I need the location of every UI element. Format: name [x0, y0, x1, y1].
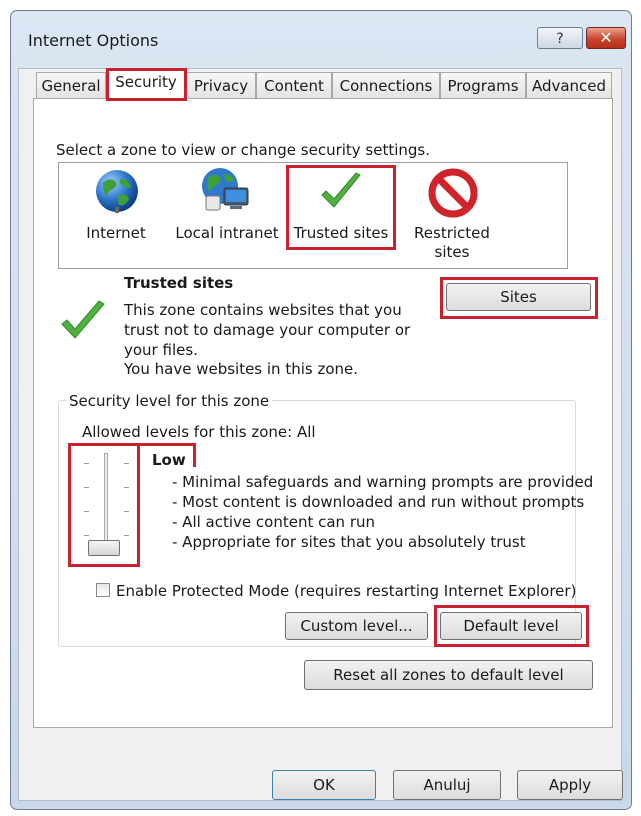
sites-button-highlight — [440, 277, 598, 319]
level-bullet-3: - All active content can run — [172, 513, 375, 531]
zone-internet-label: Internet — [86, 224, 146, 242]
zone-restricted-label-2: sites — [434, 243, 470, 261]
tab-content[interactable]: Content — [256, 72, 332, 98]
selected-zone-desc-1: This zone contains websites that you — [124, 301, 402, 319]
zone-local-intranet-label: Local intranet — [175, 224, 279, 242]
level-bullet-1: - Minimal safeguards and warning prompts… — [172, 473, 594, 491]
level-bullet-4: - Appropriate for sites that you absolut… — [172, 533, 526, 551]
no-entry-icon — [428, 168, 478, 218]
tab-general[interactable]: General — [36, 72, 106, 98]
tab-privacy[interactable]: Privacy — [186, 72, 256, 98]
tab-advanced[interactable]: Advanced — [526, 72, 612, 98]
help-icon: ? — [556, 31, 564, 47]
allowed-levels-label: Allowed levels for this zone: All — [82, 423, 316, 441]
custom-level-button[interactable]: Custom level... — [285, 612, 428, 640]
window-title: Internet Options — [28, 31, 159, 50]
security-level-group-label: Security level for this zone — [66, 392, 273, 410]
trusted-sites-highlight — [286, 165, 396, 250]
reset-all-zones-button[interactable]: Reset all zones to default level — [304, 660, 593, 690]
network-globe-icon — [202, 168, 249, 211]
close-icon: ✕ — [599, 28, 613, 47]
selected-zone-desc-2: trust not to damage your computer or — [124, 321, 411, 339]
selected-zone-desc-4: You have websites in this zone. — [124, 360, 359, 378]
default-level-highlight — [434, 605, 589, 647]
help-button[interactable]: ? — [537, 27, 583, 49]
protected-mode-checkbox[interactable] — [96, 583, 110, 597]
tab-programs[interactable]: Programs — [440, 72, 526, 98]
tab-connections[interactable]: Connections — [332, 72, 440, 98]
protected-mode-label: Enable Protected Mode (requires restarti… — [116, 582, 577, 600]
level-bullet-2: - Most content is downloaded and run wit… — [172, 493, 585, 511]
security-tab-highlight — [106, 68, 187, 101]
cancel-button[interactable]: Anuluj — [393, 770, 501, 800]
selected-zone-title: Trusted sites — [124, 274, 234, 292]
close-button[interactable]: ✕ — [586, 27, 626, 49]
ok-button[interactable]: OK — [272, 770, 376, 800]
zone-restricted-label: Restricted — [414, 224, 490, 242]
globe-icon — [96, 170, 138, 213]
level-name-highlight — [68, 443, 196, 467]
trusted-sites-large-check-icon — [61, 300, 105, 339]
zone-prompt: Select a zone to view or change security… — [56, 141, 431, 159]
apply-button[interactable]: Apply — [517, 770, 623, 800]
selected-zone-desc-3: your files. — [124, 341, 198, 359]
